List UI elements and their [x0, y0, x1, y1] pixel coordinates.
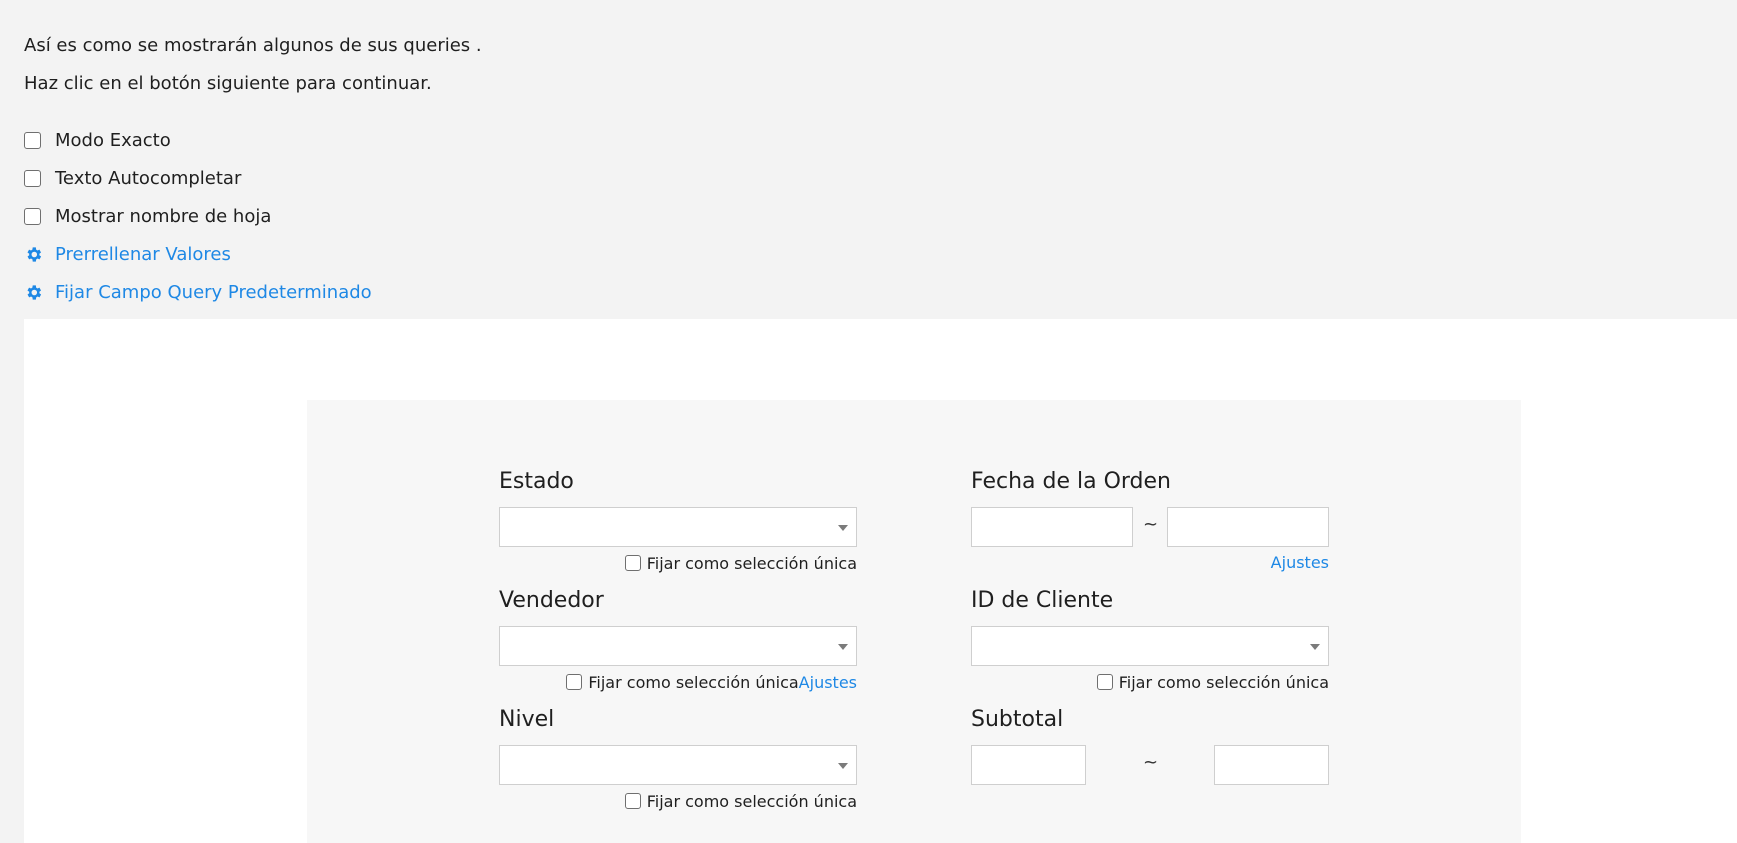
subtotal-from-input[interactable] [971, 745, 1086, 785]
show-sheet-name-option[interactable]: Mostrar nombre de hoja [24, 204, 271, 228]
nivel-single-select-label: Fijar como selección única [646, 791, 857, 811]
vendedor-label: Vendedor [499, 588, 604, 613]
chevron-down-icon [838, 763, 848, 769]
chevron-down-icon [838, 525, 848, 531]
subtotal-separator: ~ [1143, 752, 1159, 773]
nivel-label: Nivel [499, 707, 555, 732]
cliente-label: ID de Cliente [971, 588, 1114, 613]
prefill-values-label[interactable]: Prerrellenar Valores [55, 244, 231, 265]
fecha-settings-link[interactable]: Ajustes [1271, 553, 1329, 572]
estado-single-select-option[interactable]: Fijar como selección única [624, 553, 857, 573]
estado-select[interactable] [499, 507, 857, 547]
default-query-field-label[interactable]: Fijar Campo Query Predeterminado [55, 282, 372, 303]
show-sheet-name-checkbox[interactable] [24, 207, 41, 225]
chevron-down-icon [1310, 644, 1320, 650]
vendedor-select[interactable] [499, 626, 857, 666]
default-query-field-link[interactable]: Fijar Campo Query Predeterminado [24, 280, 372, 304]
exact-mode-label: Modo Exacto [55, 129, 171, 151]
exact-mode-option[interactable]: Modo Exacto [24, 128, 171, 152]
fecha-from-input[interactable] [971, 507, 1133, 547]
fecha-to-input[interactable] [1167, 507, 1329, 547]
nivel-single-select-checkbox[interactable] [624, 793, 641, 809]
query-form-panel: Estado Fijar como selección única Fecha … [307, 400, 1521, 843]
fecha-separator: ~ [1143, 514, 1159, 535]
cliente-single-select-option[interactable]: Fijar como selección única [1096, 672, 1329, 692]
autocomplete-option[interactable]: Texto Autocompletar [24, 166, 241, 190]
vendedor-single-select-checkbox[interactable] [566, 674, 583, 690]
intro-text-2: Haz clic en el botón siguiente para cont… [24, 73, 432, 94]
exact-mode-checkbox[interactable] [24, 131, 41, 149]
cliente-select[interactable] [971, 626, 1329, 666]
vendedor-single-select-option[interactable]: Fijar como selección única Ajustes [566, 672, 857, 692]
estado-label: Estado [499, 469, 574, 494]
gear-icon [24, 245, 43, 264]
gear-icon [24, 283, 43, 302]
vendedor-settings-link[interactable]: Ajustes [799, 673, 857, 692]
intro-text-1: Así es como se mostrarán algunos de sus … [24, 35, 482, 56]
autocomplete-label: Texto Autocompletar [55, 167, 242, 189]
cliente-single-select-checkbox[interactable] [1096, 674, 1113, 690]
fecha-label: Fecha de la Orden [971, 469, 1171, 494]
chevron-down-icon [838, 644, 848, 650]
nivel-select[interactable] [499, 745, 857, 785]
prefill-values-link[interactable]: Prerrellenar Valores [24, 242, 231, 266]
subtotal-label: Subtotal [971, 707, 1064, 732]
vendedor-single-select-label: Fijar como selección única [588, 672, 799, 692]
estado-single-select-checkbox[interactable] [624, 555, 641, 571]
subtotal-to-input[interactable] [1214, 745, 1329, 785]
estado-single-select-label: Fijar como selección única [646, 553, 857, 573]
nivel-single-select-option[interactable]: Fijar como selección única [624, 791, 857, 811]
show-sheet-name-label: Mostrar nombre de hoja [55, 205, 272, 227]
autocomplete-checkbox[interactable] [24, 169, 41, 187]
cliente-single-select-label: Fijar como selección única [1118, 672, 1329, 692]
